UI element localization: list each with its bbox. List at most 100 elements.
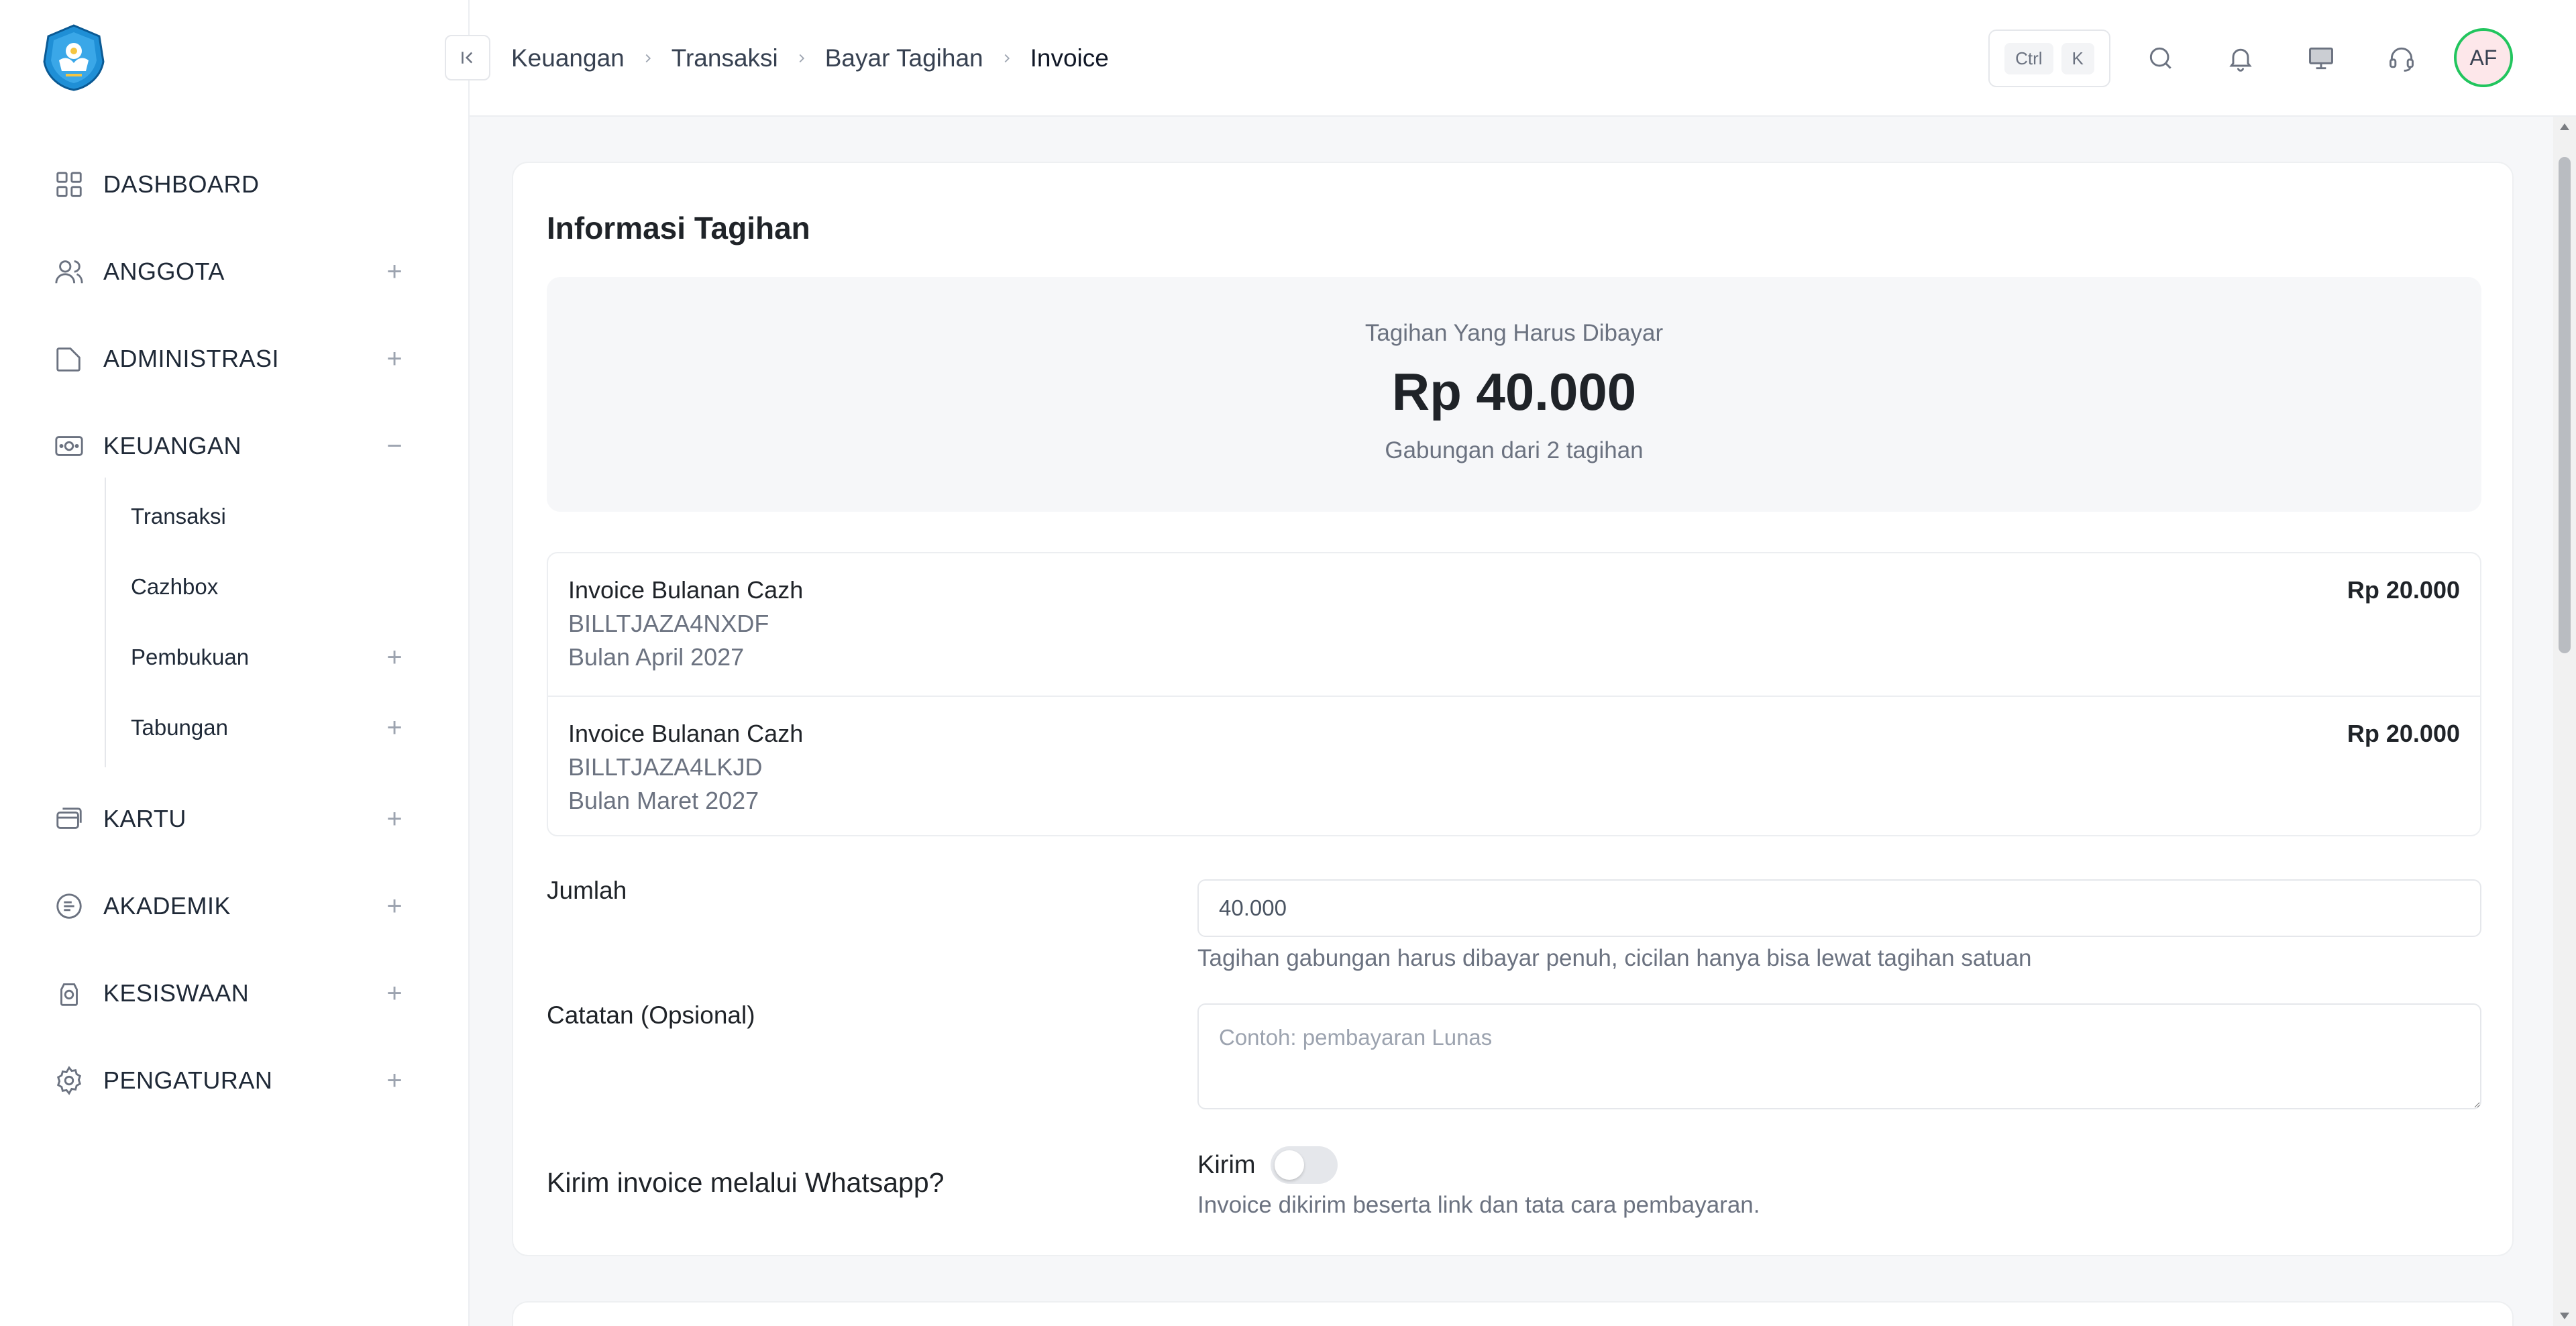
academic-badge-icon xyxy=(52,889,86,923)
card-icon xyxy=(52,802,86,836)
jumlah-label: Jumlah xyxy=(547,877,627,904)
invoice-info-card: Informasi Tagihan Tagihan Yang Harus Dib… xyxy=(512,162,2514,1256)
submenu-divider xyxy=(105,478,106,767)
avatar[interactable]: AF xyxy=(2454,28,2513,87)
summary-label: Tagihan Yang Harus Dibayar xyxy=(1364,320,1664,346)
avatar-initials: AF xyxy=(2469,45,2498,70)
expand-plus-icon[interactable]: + xyxy=(381,257,408,286)
school-logo[interactable] xyxy=(39,23,109,93)
ctrl-key: Ctrl xyxy=(2004,42,2053,74)
collapse-left-icon xyxy=(462,52,473,64)
sidebar-subitem-pembukuan[interactable]: Pembukuan + xyxy=(131,630,408,684)
sidebar-item-label: ANGGOTA xyxy=(103,258,225,285)
invoice-code: BILLTJAZA4NXDF xyxy=(568,610,769,637)
headset-icon xyxy=(2390,47,2414,72)
sidebar-item-akademik[interactable]: AKADEMIK + xyxy=(52,879,408,933)
dashboard-grid-icon xyxy=(52,168,86,201)
breadcrumb: Keuangan Transaksi Bayar Tagihan Invoice xyxy=(511,39,1109,78)
invoice-name: Invoice Bulanan Cazh xyxy=(568,576,804,604)
sidebar-item-pengaturan[interactable]: PENGATURAN + xyxy=(52,1054,408,1107)
sidebar-item-label: KEUANGAN xyxy=(103,432,242,459)
invoice-period: Bulan April 2027 xyxy=(568,643,745,671)
scroll-up-arrow-icon[interactable] xyxy=(2560,123,2569,130)
monitor-icon xyxy=(2309,47,2333,70)
summary-subtext: Gabungan dari 2 tagihan xyxy=(1385,437,1644,463)
catatan-textarea[interactable] xyxy=(1197,1003,2481,1109)
chevron-right-icon xyxy=(1000,51,1014,66)
bell-icon xyxy=(2229,48,2252,72)
sidebar-item-label: ADMINISTRASI xyxy=(103,345,280,372)
whatsapp-label: Kirim invoice melalui Whatsapp? xyxy=(547,1167,945,1198)
sidebar-subitem-label: Tabungan xyxy=(131,715,228,740)
invoice-amount: Rp 20.000 xyxy=(2347,720,2460,747)
bill-summary: Tagihan Yang Harus Dibayar Rp 40.000 Gab… xyxy=(547,277,2481,512)
sidebar-subitem-cazhbox[interactable]: Cazhbox xyxy=(131,560,408,614)
chevron-right-icon xyxy=(641,51,655,66)
list-item: Invoice Bulanan Cazh BILLTJAZA4LKJD Bula… xyxy=(548,696,2480,835)
collapse-minus-icon[interactable]: − xyxy=(381,431,408,461)
breadcrumb-invoice: Invoice xyxy=(1030,44,1109,72)
display-button[interactable] xyxy=(2298,35,2345,82)
expand-plus-icon[interactable]: + xyxy=(381,1066,408,1095)
expand-plus-icon[interactable]: + xyxy=(381,979,408,1008)
sidebar-item-kartu[interactable]: KARTU + xyxy=(52,792,408,846)
jumlah-input[interactable] xyxy=(1197,879,2481,937)
whatsapp-help: Invoice dikirim beserta link dan tata ca… xyxy=(1197,1192,1760,1218)
chevron-right-icon xyxy=(794,51,809,66)
sidebar-item-label: AKADEMIK xyxy=(103,892,231,920)
scrollbar-thumb[interactable] xyxy=(2559,157,2571,653)
sidebar-item-label: KESISWAAN xyxy=(103,979,250,1007)
whatsapp-toggle[interactable] xyxy=(1270,1146,1338,1184)
breadcrumb-keuangan[interactable]: Keuangan xyxy=(511,44,625,72)
breadcrumb-bayar-tagihan[interactable]: Bayar Tagihan xyxy=(825,44,983,72)
catatan-label: Catatan (Opsional) xyxy=(547,1001,755,1029)
support-button[interactable] xyxy=(2378,35,2425,82)
sidebar-subitem-label: Cazhbox xyxy=(131,574,219,599)
sidebar-item-keuangan[interactable]: KEUANGAN − xyxy=(52,419,408,473)
expand-plus-icon[interactable]: + xyxy=(381,344,408,374)
sidebar-subitem-label: Pembukuan xyxy=(131,645,250,669)
invoice-code: BILLTJAZA4LKJD xyxy=(568,753,763,781)
sidebar-subitem-tabungan[interactable]: Tabungan + xyxy=(131,701,408,755)
jumlah-help: Tagihan gabungan harus dibayar penuh, ci… xyxy=(1197,945,2032,971)
invoice-amount: Rp 20.000 xyxy=(2347,576,2460,604)
sidebar: DASHBOARD ANGGOTA + ADMINISTRASI + KEUAN… xyxy=(0,0,470,1326)
sidebar-item-kesiswaan[interactable]: KESISWAAN + xyxy=(52,966,408,1020)
sidebar-subitem-transaksi[interactable]: Transaksi xyxy=(131,490,408,543)
toggle-knob xyxy=(1274,1150,1304,1180)
command-palette-shortcut[interactable]: Ctrl K xyxy=(1988,30,2110,87)
toggle-label: Kirim xyxy=(1197,1150,1256,1179)
breadcrumb-transaksi[interactable]: Transaksi xyxy=(672,44,778,72)
page-title: Informasi Tagihan xyxy=(547,211,810,245)
scroll-down-arrow-icon[interactable] xyxy=(2560,1313,2569,1319)
folder-icon xyxy=(52,342,86,376)
sidebar-item-label: DASHBOARD xyxy=(103,170,260,198)
users-icon xyxy=(52,255,86,288)
summary-amount: Rp 40.000 xyxy=(1391,362,1637,421)
whatsapp-toggle-group: Kirim xyxy=(1197,1146,1338,1184)
sidebar-subitem-label: Transaksi xyxy=(131,504,226,529)
expand-plus-icon[interactable]: + xyxy=(381,891,408,921)
sidebar-item-label: PENGATURAN xyxy=(103,1066,273,1094)
student-icon xyxy=(52,977,86,1010)
gear-icon xyxy=(52,1064,86,1097)
search-icon xyxy=(2149,47,2171,69)
sidebar-item-label: KARTU xyxy=(103,805,186,832)
sidebar-item-anggota[interactable]: ANGGOTA + xyxy=(52,245,408,298)
next-section-card xyxy=(512,1301,2514,1326)
sidebar-item-dashboard[interactable]: DASHBOARD xyxy=(52,158,408,211)
invoice-period: Bulan Maret 2027 xyxy=(568,787,759,814)
notifications-button[interactable] xyxy=(2217,35,2264,82)
money-icon xyxy=(52,429,86,463)
expand-plus-icon[interactable]: + xyxy=(381,804,408,834)
collapse-sidebar-button[interactable] xyxy=(445,35,490,80)
invoice-name: Invoice Bulanan Cazh xyxy=(568,720,804,747)
expand-plus-icon[interactable]: + xyxy=(381,643,408,672)
search-button[interactable] xyxy=(2137,35,2184,82)
sidebar-item-administrasi[interactable]: ADMINISTRASI + xyxy=(52,332,408,386)
scrollbar[interactable] xyxy=(2553,117,2576,1326)
expand-plus-icon[interactable]: + xyxy=(381,713,408,742)
k-key: K xyxy=(2061,42,2094,74)
invoice-list: Invoice Bulanan Cazh BILLTJAZA4NXDF Bula… xyxy=(547,552,2481,836)
list-item: Invoice Bulanan Cazh BILLTJAZA4NXDF Bula… xyxy=(548,553,2480,696)
